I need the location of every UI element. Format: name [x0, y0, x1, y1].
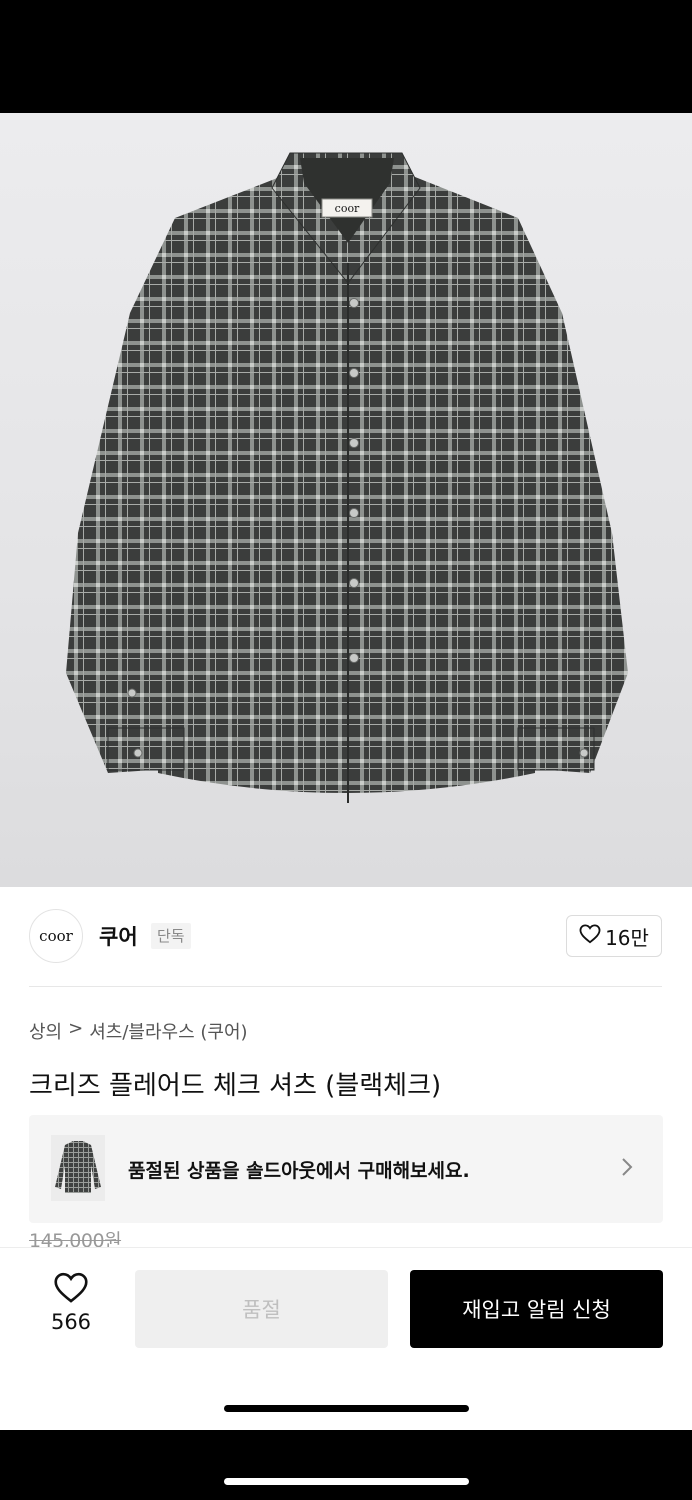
breadcrumb-subcategory[interactable]: 셔츠/블라우스 (쿠어)	[89, 1018, 247, 1044]
restock-alert-button[interactable]: 재입고 알림 신청	[410, 1270, 663, 1348]
soldout-button[interactable]: 품절	[135, 1270, 388, 1348]
bottom-safe-area	[0, 1430, 692, 1500]
exclusive-badge: 단독	[151, 923, 191, 949]
home-indicator	[224, 1405, 469, 1412]
wish-count: 566	[50, 1310, 92, 1334]
breadcrumb-category[interactable]: 상의	[29, 1018, 62, 1044]
soldout-thumbnail	[51, 1135, 105, 1201]
heart-icon	[53, 1272, 89, 1308]
status-bar-area	[0, 0, 692, 113]
breadcrumb-separator: >	[68, 1018, 84, 1039]
product-info-sheet: coor 쿠어 단독 16만 상의 > 셔츠/블라우스 (쿠어) 크리즈 플레어…	[0, 887, 692, 1430]
soldout-banner-text: 품절된 상품을 솔드아웃에서 구매해보세요.	[128, 1160, 470, 1182]
brand-name[interactable]: 쿠어	[99, 921, 138, 951]
product-title: 크리즈 플레어드 체크 셔츠 (블랙체크)	[29, 1071, 442, 1101]
chevron-right-icon	[620, 1155, 634, 1183]
heart-icon	[579, 923, 601, 949]
product-image[interactable]: coor	[0, 113, 692, 887]
divider	[29, 986, 662, 987]
home-indicator	[224, 1478, 469, 1485]
breadcrumb: 상의 > 셔츠/블라우스 (쿠어)	[29, 1018, 248, 1044]
soldout-banner[interactable]: 품절된 상품을 솔드아웃에서 구매해보세요.	[29, 1115, 663, 1223]
purchase-bar: 566 품절 재입고 알림 신청	[0, 1248, 692, 1430]
wish-button[interactable]: 566	[40, 1272, 102, 1334]
brand-like-button[interactable]: 16만	[566, 915, 662, 957]
shirt-brand-label: coor	[335, 202, 360, 215]
brand-logo[interactable]: coor	[29, 909, 83, 963]
brand-like-count: 16만	[605, 925, 649, 950]
